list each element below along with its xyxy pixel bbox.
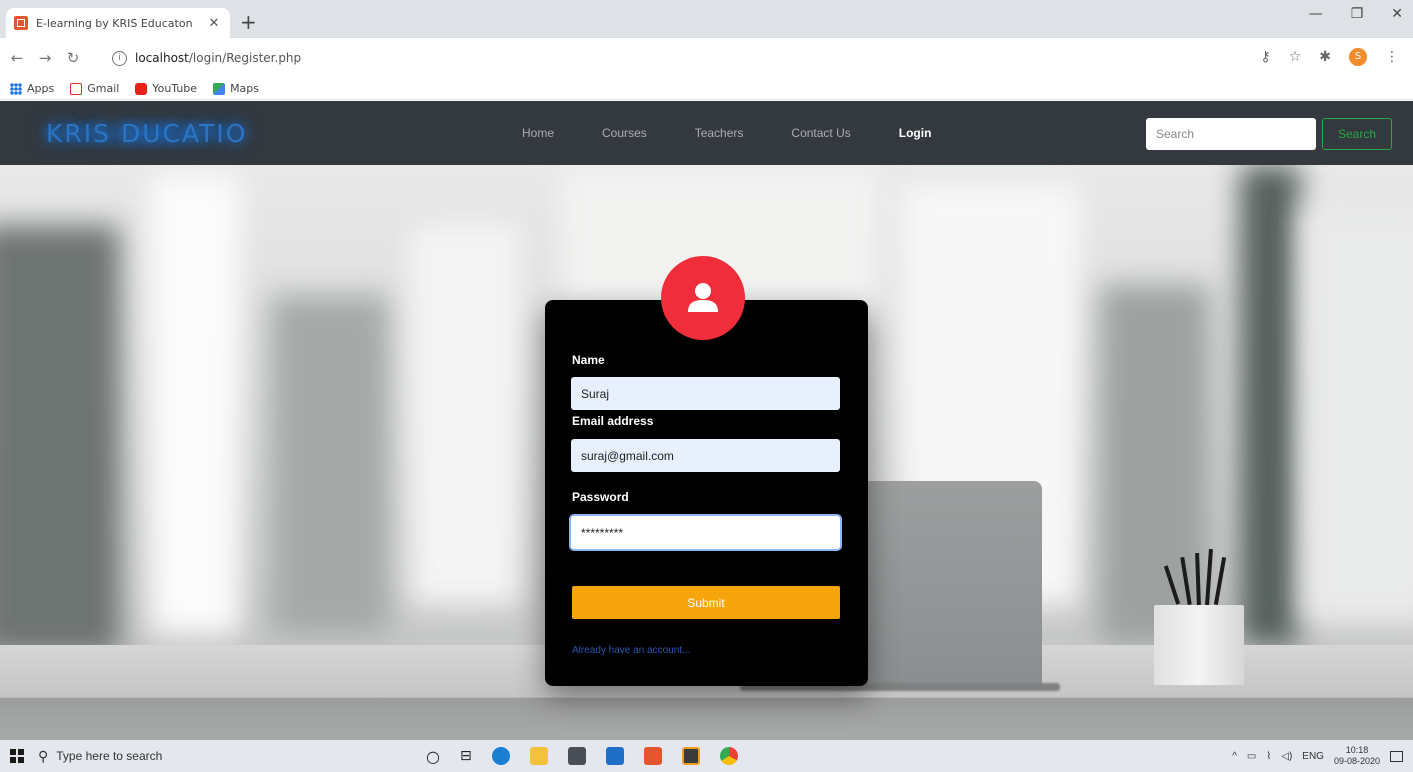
clock-time: 10:18 (1345, 745, 1369, 755)
search-icon: ⚲ (38, 747, 49, 764)
window-controls: — ❐ ✕ (1309, 6, 1403, 22)
extensions-icon[interactable]: ✱ (1319, 49, 1331, 65)
nav-courses[interactable]: Courses (602, 126, 647, 140)
photos-icon[interactable] (643, 747, 662, 765)
gmail-icon (70, 82, 83, 95)
bookmark-label: Gmail (87, 82, 120, 95)
store-icon[interactable] (567, 747, 586, 765)
language-indicator[interactable]: ENG (1302, 751, 1324, 762)
network-icon[interactable]: ⌇ (1266, 751, 1271, 762)
taskbar-search-placeholder: Type here to search (56, 749, 163, 763)
clock-date: 09-08-2020 (1333, 756, 1380, 766)
bookmark-label: Maps (230, 82, 260, 95)
bookmarks-bar: Apps Gmail YouTube Maps (0, 78, 1413, 100)
back-arrow-icon[interactable]: ← (6, 49, 28, 67)
new-tab-icon[interactable]: + (240, 12, 257, 32)
chevron-up-icon[interactable]: ^ (1232, 751, 1237, 762)
taskbar-clock[interactable]: 10:18 09-08-2020 (1334, 745, 1380, 767)
battery-icon[interactable]: ▭ (1247, 751, 1256, 762)
password-field[interactable] (571, 516, 840, 549)
info-icon[interactable]: i (112, 50, 127, 66)
close-window-icon[interactable]: ✕ (1391, 6, 1403, 22)
forward-arrow-icon[interactable]: → (34, 49, 56, 67)
login-link[interactable]: Already have an account... (572, 645, 690, 656)
toolbar-actions: ⚷ ☆ ✱ S ⋮ (1260, 48, 1399, 66)
edge-icon[interactable] (491, 747, 510, 765)
bookmark-youtube[interactable]: YouTube (135, 82, 197, 95)
system-tray: ^ ▭ ⌇ ◁) ENG 10:18 09-08-2020 (1232, 740, 1403, 772)
site-search-input[interactable] (1146, 118, 1316, 150)
bookmark-gmail[interactable]: Gmail (70, 82, 119, 95)
url-host: localhost (135, 51, 189, 65)
name-field[interactable] (571, 377, 840, 410)
taskbar-search[interactable]: ⚲ Type here to search (38, 740, 338, 772)
nav-home[interactable]: Home (522, 126, 554, 140)
outlook-icon[interactable] (605, 747, 624, 765)
notifications-icon[interactable] (1390, 750, 1403, 762)
name-label: Name (572, 353, 605, 367)
menu-dots-icon[interactable]: ⋮ (1385, 49, 1399, 65)
email-field[interactable] (571, 439, 840, 472)
task-view-icon[interactable]: ⊟ (460, 748, 472, 764)
bookmark-maps[interactable]: Maps (213, 82, 259, 95)
star-icon[interactable]: ☆ (1289, 49, 1302, 65)
address-bar[interactable]: i localhost /login/Register.php (112, 44, 1112, 72)
reload-icon[interactable]: ↻ (62, 49, 84, 67)
browser-tab[interactable]: E-learning by KRIS Educaton ✕ (6, 8, 230, 38)
maximize-icon[interactable]: ❐ (1351, 6, 1364, 22)
user-avatar-icon (661, 256, 745, 340)
windows-taskbar: ⚲ Type here to search ○ ⊟ ^ ▭ ⌇ ◁) ENG 1… (0, 740, 1413, 772)
site-favicon-icon (14, 16, 28, 30)
youtube-icon (135, 82, 148, 95)
windows-start-icon[interactable] (10, 749, 24, 763)
file-explorer-icon[interactable] (529, 747, 548, 765)
submit-button[interactable]: Submit (572, 586, 840, 619)
nav-teachers[interactable]: Teachers (695, 126, 744, 140)
maps-icon (213, 82, 226, 95)
email-label: Email address (572, 414, 654, 428)
site-navbar: KRIS DUCATIO Home Courses Teachers Conta… (0, 101, 1413, 165)
tab-title: E-learning by KRIS Educaton (36, 16, 193, 30)
close-tab-icon[interactable]: ✕ (206, 16, 222, 31)
laptop-image (858, 481, 1042, 687)
sublime-icon[interactable] (681, 747, 700, 765)
chrome-icon[interactable] (719, 747, 738, 765)
bookmark-apps[interactable]: Apps (10, 82, 54, 95)
url-path: /login/Register.php (188, 51, 302, 65)
user-icon (688, 283, 718, 312)
nav-links: Home Courses Teachers Contact Us Login (522, 101, 979, 165)
nav-login[interactable]: Login (899, 126, 932, 140)
password-label: Password (572, 490, 629, 504)
apps-icon (10, 82, 22, 95)
key-icon[interactable]: ⚷ (1260, 49, 1270, 65)
taskbar-apps: ○ ⊟ (426, 747, 738, 766)
browser-tabstrip: E-learning by KRIS Educaton ✕ + — ❐ ✕ (0, 0, 1413, 38)
bookmark-label: YouTube (152, 82, 198, 95)
profile-avatar[interactable]: S (1349, 48, 1367, 66)
minimize-icon[interactable]: — (1309, 6, 1323, 22)
nav-contact-us[interactable]: Contact Us (791, 126, 850, 140)
brand-logo[interactable]: KRIS DUCATIO (38, 111, 288, 155)
brand-text: KRIS DUCATIO (38, 116, 256, 150)
cortana-icon[interactable]: ○ (426, 747, 440, 766)
pencil-cup-image (1154, 605, 1244, 685)
bookmark-label: Apps (27, 82, 55, 95)
browser-toolbar: ← → ↻ i localhost /login/Register.php ⚷ … (0, 38, 1413, 78)
site-search-button[interactable]: Search (1322, 118, 1392, 150)
volume-icon[interactable]: ◁) (1281, 751, 1292, 762)
